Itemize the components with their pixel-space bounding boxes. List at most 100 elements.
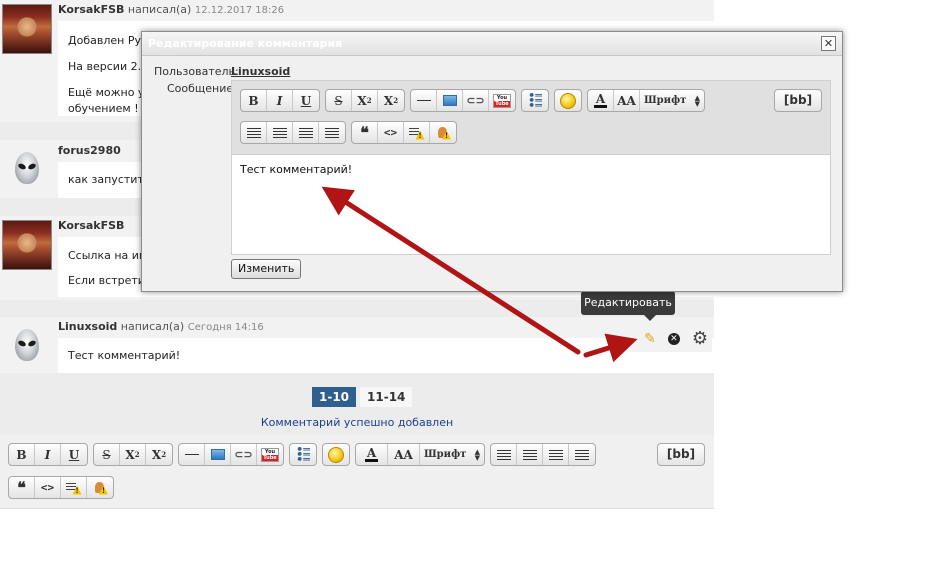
- horizontal-rule-button[interactable]: [411, 90, 437, 111]
- horizontal-rule-button[interactable]: [179, 444, 205, 465]
- superscript-mark: 2: [366, 96, 372, 105]
- font-size-icon: AA: [617, 93, 636, 108]
- list-group: •═ •═ •═: [289, 443, 317, 466]
- list-icon: •═ •═ •═: [296, 443, 310, 466]
- message-textarea[interactable]: Тест комментарий!: [232, 154, 830, 254]
- link-icon: ⊂⊃: [466, 94, 485, 107]
- youtube-button[interactable]: You Tube: [489, 90, 515, 111]
- user-label: Пользователь:: [154, 65, 239, 78]
- code-button[interactable]: <>: [378, 122, 404, 143]
- align-right-button[interactable]: [543, 444, 569, 465]
- font-color-icon: A: [593, 92, 608, 108]
- avatar[interactable]: [15, 329, 39, 361]
- subscript-mark: 2: [161, 450, 167, 459]
- editor-toolbar-row-1: B I U S X2 X2 ⊂⊃ You Tube •═ •═ •═ A AA …: [8, 443, 601, 466]
- comment-textarea[interactable]: [0, 508, 714, 574]
- close-icon[interactable]: ✕: [821, 36, 836, 51]
- font-select[interactable]: Шрифт ▲ ▼: [420, 444, 484, 465]
- dialog-editor: B I U S X2 X2 ⊂⊃ You Tube •═ •═ •═ A AA …: [231, 80, 831, 255]
- image-button[interactable]: [205, 444, 231, 465]
- dialog-title[interactable]: Редактирование комментария: [142, 32, 842, 56]
- font-group: A AA Шрифт ▲ ▼: [587, 89, 705, 112]
- align-group: [240, 121, 346, 144]
- smile-group: [322, 443, 350, 466]
- link-button[interactable]: ⊂⊃: [231, 444, 257, 465]
- italic-button[interactable]: I: [267, 90, 293, 111]
- warning-icon: [65, 481, 82, 495]
- underline-button[interactable]: U: [61, 444, 87, 465]
- superscript-button[interactable]: X2: [352, 90, 378, 111]
- subscript-button[interactable]: X2: [146, 444, 172, 465]
- image-button[interactable]: [437, 90, 463, 111]
- font-color-button[interactable]: A: [588, 90, 614, 111]
- quote-button[interactable]: ❝: [9, 477, 35, 498]
- link-button[interactable]: ⊂⊃: [463, 90, 489, 111]
- comment-author[interactable]: KorsakFSB: [58, 3, 124, 16]
- quote-button[interactable]: ❝: [352, 122, 378, 143]
- align-center-icon: [272, 127, 287, 138]
- font-size-button[interactable]: AA: [614, 90, 640, 111]
- font-group: A AA Шрифт ▲ ▼: [355, 443, 485, 466]
- font-color-button[interactable]: A: [356, 444, 388, 465]
- superscript-button[interactable]: X2: [120, 444, 146, 465]
- gear-icon[interactable]: ⚙: [692, 330, 708, 348]
- align-center-button[interactable]: [267, 122, 293, 143]
- spoiler-button[interactable]: [430, 122, 456, 143]
- superscript-label: X: [357, 93, 367, 108]
- code-button[interactable]: <>: [35, 477, 61, 498]
- comment-author[interactable]: KorsakFSB: [58, 219, 124, 232]
- smiley-button[interactable]: [555, 90, 581, 111]
- subscript-label: X: [383, 93, 394, 108]
- youtube-icon: You Tube: [493, 93, 511, 108]
- align-justify-button[interactable]: [569, 444, 595, 465]
- insert-group: ⊂⊃ You Tube: [410, 89, 516, 112]
- align-center-button[interactable]: [517, 444, 543, 465]
- list-button[interactable]: •═ •═ •═: [290, 444, 316, 465]
- warning-button[interactable]: [404, 122, 430, 143]
- comment-author[interactable]: Linuxsoid: [58, 320, 117, 333]
- spoiler-icon: [435, 126, 451, 140]
- smile-group: [554, 89, 582, 112]
- user-name[interactable]: Linuxsoid: [231, 65, 290, 78]
- success-message: Комментарий успешно добавлен: [260, 416, 454, 429]
- strikethrough-button[interactable]: S: [326, 90, 352, 111]
- list-button[interactable]: •═ •═ •═: [522, 90, 548, 111]
- link-icon: ⊂⊃: [234, 448, 253, 461]
- image-icon: [210, 449, 225, 460]
- font-size-button[interactable]: AA: [388, 444, 420, 465]
- avatar-box: [0, 317, 56, 373]
- page-1-10[interactable]: 1-10: [312, 387, 357, 407]
- comment-author[interactable]: forus2980: [58, 144, 121, 157]
- bold-button[interactable]: B: [9, 444, 35, 465]
- align-left-button[interactable]: [241, 122, 267, 143]
- edit-comment-dialog: Редактирование комментария ✕ Пользовател…: [141, 31, 843, 292]
- bb-mode-button[interactable]: [bb]: [657, 443, 705, 466]
- submit-edit-button[interactable]: Изменить: [231, 259, 302, 279]
- pagination: 1-10 11-14: [312, 387, 413, 407]
- edit-tooltip: Редактировать: [581, 291, 675, 321]
- subscript-button[interactable]: X2: [378, 90, 404, 111]
- align-right-button[interactable]: [293, 122, 319, 143]
- warning-button[interactable]: [61, 477, 87, 498]
- font-select[interactable]: Шрифт ▲ ▼: [640, 90, 704, 111]
- bold-button[interactable]: B: [241, 90, 267, 111]
- subscript-label: X: [151, 447, 162, 462]
- page-11-14[interactable]: 11-14: [360, 387, 413, 407]
- align-justify-button[interactable]: [319, 122, 345, 143]
- comment-editor: B I U S X2 X2 ⊂⊃ You Tube •═ •═ •═ A AA …: [0, 435, 714, 574]
- bb-mode-button[interactable]: [bb]: [774, 89, 822, 112]
- smiley-button[interactable]: [323, 444, 349, 465]
- avatar[interactable]: [2, 4, 52, 54]
- pencil-icon[interactable]: ✎: [644, 331, 656, 347]
- comment-date: Сегодня 14:16: [187, 322, 264, 333]
- avatar[interactable]: [15, 152, 39, 184]
- spoiler-button[interactable]: [87, 477, 113, 498]
- underline-button[interactable]: U: [293, 90, 319, 111]
- youtube-button[interactable]: You Tube: [257, 444, 283, 465]
- align-left-button[interactable]: [491, 444, 517, 465]
- delete-icon[interactable]: ✕: [667, 333, 680, 345]
- avatar-box: [0, 216, 56, 300]
- italic-button[interactable]: I: [35, 444, 61, 465]
- avatar[interactable]: [2, 220, 52, 270]
- strikethrough-button[interactable]: S: [94, 444, 120, 465]
